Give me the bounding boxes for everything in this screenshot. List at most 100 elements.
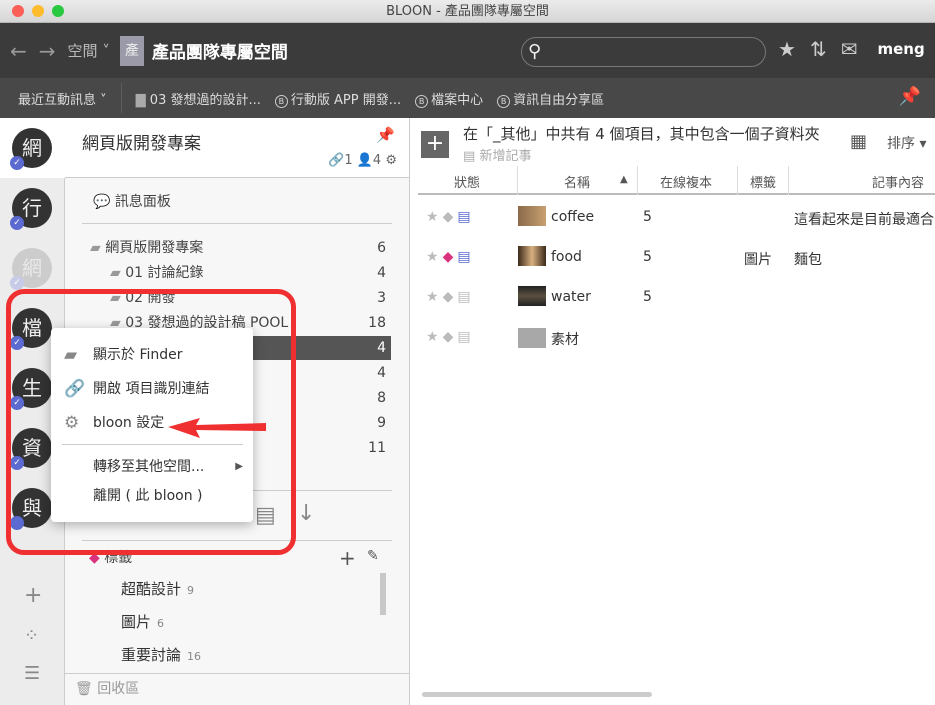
back-button[interactable]: ← bbox=[10, 39, 27, 63]
note-icon[interactable]: ▤ bbox=[457, 249, 474, 265]
gear-icon[interactable]: ⚙ bbox=[385, 153, 397, 168]
note-icon[interactable]: ▤ bbox=[457, 329, 474, 345]
note-icon[interactable]: ▤ bbox=[457, 289, 474, 305]
column-status[interactable]: 狀態 bbox=[454, 172, 480, 191]
tag-icon[interactable]: ◆ bbox=[443, 329, 458, 345]
pin-icon[interactable]: 📌 bbox=[899, 86, 921, 107]
zoom-window-button[interactable] bbox=[52, 5, 64, 17]
add-button[interactable]: + bbox=[421, 131, 449, 158]
trash-label: 回收區 bbox=[97, 681, 140, 697]
tag-item[interactable]: 重要討論 16 bbox=[121, 644, 201, 665]
table-row[interactable]: ★◆▤ coffee 5 這看起來是目前最適合 bbox=[410, 198, 935, 238]
column-copies[interactable]: 在線複本 bbox=[660, 172, 712, 191]
menu-item-leave[interactable]: 離開 ( 此 bloon ) bbox=[51, 482, 253, 510]
space-avatar[interactable]: 生 ✓ bbox=[10, 368, 52, 410]
star-icon[interactable]: ★ bbox=[426, 249, 443, 265]
search-input[interactable]: ⚲ bbox=[521, 37, 766, 67]
column-tags[interactable]: 標籤 bbox=[750, 172, 776, 191]
tree-item[interactable]: ▰ 02 開發 3 bbox=[83, 286, 391, 310]
column-name[interactable]: 名稱 bbox=[564, 172, 590, 191]
item-copies: 5 bbox=[643, 289, 652, 305]
tag-item[interactable]: 超酷設計 9 bbox=[121, 578, 194, 599]
menu-item-show-in-finder[interactable]: ▰ 顯示於 Finder bbox=[51, 341, 253, 369]
column-note[interactable]: 記事內容 bbox=[872, 172, 924, 191]
user-name[interactable]: meng bbox=[877, 40, 924, 58]
menu-item-move-space[interactable]: 轉移至其他空間... ▶ bbox=[51, 453, 253, 481]
note-icon[interactable]: ▤ bbox=[457, 209, 474, 225]
space-avatar[interactable]: 檔 ✓ bbox=[10, 308, 52, 350]
folder-icon: ▰ bbox=[110, 265, 121, 281]
member-count: 4 bbox=[372, 153, 382, 168]
star-icon[interactable]: ★ bbox=[426, 209, 443, 225]
close-window-button[interactable] bbox=[12, 5, 24, 17]
status-icons: ★◆▤ bbox=[426, 289, 475, 305]
bookmark-item[interactable]: B 行動版 APP 開發... bbox=[274, 89, 401, 108]
bookmark-item[interactable]: B 檔案中心 bbox=[415, 89, 483, 108]
tag-icon[interactable]: ◆ bbox=[443, 209, 458, 225]
add-tag-button[interactable]: + bbox=[339, 546, 356, 570]
grid-view-icon[interactable]: ▦ bbox=[850, 131, 867, 152]
check-icon: ✓ bbox=[10, 396, 24, 410]
star-icon[interactable]: ★ bbox=[426, 289, 443, 305]
tree-item[interactable]: ▰ 網頁版開發專案 6 bbox=[83, 236, 391, 260]
new-note-button[interactable]: ▤ 新增記事 bbox=[463, 145, 531, 164]
message-board-item[interactable]: 💬 訊息面板 bbox=[93, 190, 391, 214]
folder-icon: ▰ bbox=[90, 240, 101, 256]
avatar-letter: 檔 bbox=[22, 316, 42, 340]
space-avatar[interactable]: 行 ✓ bbox=[10, 188, 52, 230]
table-row[interactable]: ★◆▤ water 5 bbox=[410, 278, 935, 318]
bookmark-item[interactable]: B 資訊自由分享區 bbox=[497, 89, 604, 108]
tree-item[interactable]: ▰ 01 討論紀錄 4 bbox=[83, 261, 391, 285]
bookmark-item[interactable]: ▇ 03 發想過的設計... bbox=[136, 89, 261, 108]
grid-icon[interactable]: ⁘ bbox=[24, 625, 39, 646]
search-icon: ⚲ bbox=[528, 41, 542, 62]
download-icon[interactable]: ↓ bbox=[297, 501, 315, 526]
avatar-letter: 資 bbox=[22, 436, 42, 460]
recent-messages-dropdown[interactable]: 最近互動訊息 ˅ bbox=[18, 89, 107, 108]
table-row[interactable]: ★◆▤ 素材 bbox=[410, 318, 935, 358]
speech-icon: 💬 bbox=[93, 194, 111, 210]
tag-icon[interactable]: ◆ bbox=[443, 249, 458, 265]
sort-dropdown[interactable]: 排序 ▾ bbox=[887, 133, 926, 153]
tag-name: 重要討論 bbox=[121, 646, 182, 664]
divider bbox=[517, 166, 518, 195]
check-icon: ✓ bbox=[10, 216, 24, 230]
avatar-letter: 生 bbox=[22, 376, 42, 400]
divider bbox=[120, 83, 122, 113]
bookmark-label: 檔案中心 bbox=[431, 92, 484, 108]
menu-item-bloon-settings[interactable]: ⚙ bloon 設定 bbox=[51, 409, 253, 437]
menu-item-open-link[interactable]: 🔗 開啟 項目識別連結 bbox=[51, 375, 253, 403]
minimize-window-button[interactable] bbox=[32, 5, 44, 17]
horizontal-scrollbar[interactable] bbox=[422, 692, 652, 697]
space-avatar[interactable]: 與 bbox=[10, 488, 52, 530]
list-icon[interactable]: ☰ bbox=[24, 663, 40, 684]
check-icon: ✓ bbox=[10, 276, 24, 290]
panel-header: 網頁版開發專案 📌 🔗1 👤4 ⚙ bbox=[65, 118, 409, 178]
note-icon[interactable]: ▤ bbox=[255, 503, 276, 528]
space-avatar[interactable]: 網 ✓ bbox=[10, 248, 52, 290]
avatar-letter: 網 bbox=[22, 136, 42, 160]
plus-icon[interactable]: + bbox=[24, 583, 42, 608]
space-avatar[interactable]: 網 ✓ bbox=[10, 128, 52, 170]
forward-button[interactable]: → bbox=[39, 39, 56, 63]
bookmark-label: 資訊自由分享區 bbox=[513, 92, 605, 108]
bloon-icon: B bbox=[497, 94, 511, 108]
trash-item[interactable]: 🗑 回收區 bbox=[75, 678, 139, 698]
new-note-label: 新增記事 bbox=[479, 149, 532, 164]
menu-label: 顯示於 Finder bbox=[93, 347, 183, 363]
space-avatar[interactable]: 資 ✓ bbox=[10, 428, 52, 470]
edit-icon[interactable]: ✎ bbox=[367, 548, 379, 564]
space-dropdown[interactable]: 空間 ˅ bbox=[68, 40, 110, 61]
star-icon[interactable]: ★ bbox=[426, 329, 443, 345]
tags-scrollbar[interactable] bbox=[380, 573, 386, 615]
sort-arrows-icon[interactable]: ⇅ bbox=[810, 37, 827, 61]
mail-icon[interactable]: ✉ bbox=[841, 37, 858, 61]
pin-icon[interactable]: 📌 bbox=[376, 126, 395, 144]
menu-divider bbox=[62, 444, 243, 445]
tag-item[interactable]: 圖片 6 bbox=[121, 611, 164, 632]
tag-icon[interactable]: ◆ bbox=[443, 289, 458, 305]
folder-icon: ▰ bbox=[110, 290, 121, 306]
table-row[interactable]: ★◆▤ food 5 圖片 麵包 bbox=[410, 238, 935, 278]
item-count: 4 bbox=[377, 265, 386, 281]
star-icon[interactable]: ★ bbox=[778, 37, 796, 61]
